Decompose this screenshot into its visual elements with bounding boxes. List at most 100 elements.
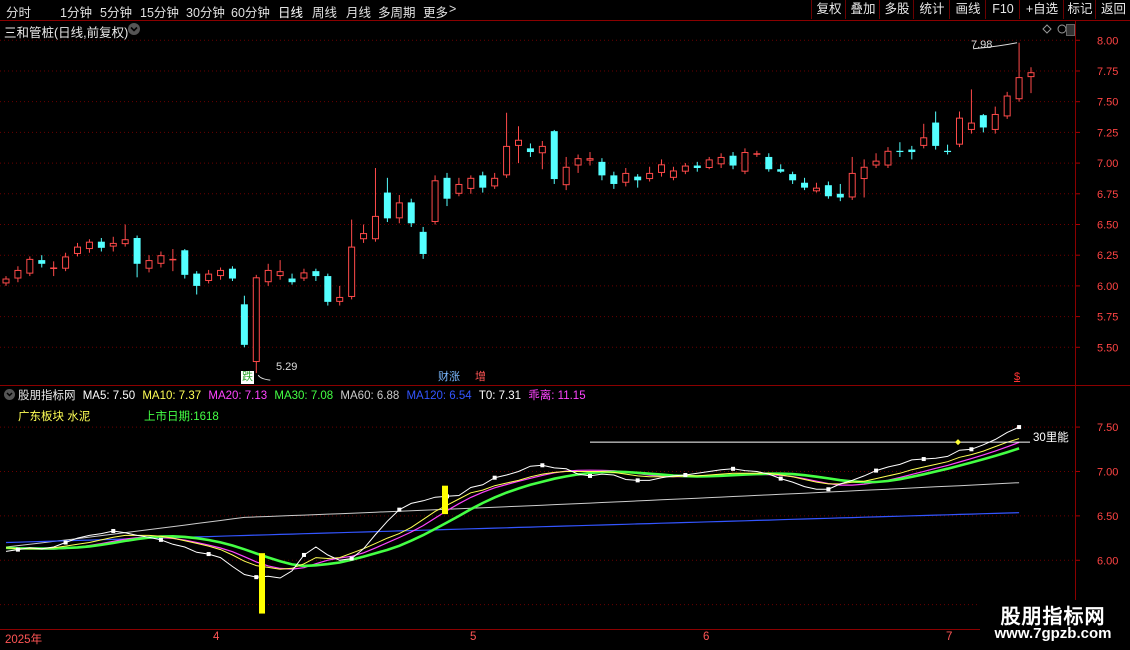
candle-body	[896, 150, 904, 153]
candle-body	[455, 183, 463, 194]
ma5-marker	[158, 537, 163, 542]
price-tick-label: 5.75	[1097, 312, 1118, 324]
low-pointer-line	[257, 374, 271, 381]
ma5-marker	[731, 466, 736, 471]
mark-button[interactable]: 标记	[1063, 0, 1096, 19]
period-tab-daily[interactable]: 日线	[278, 2, 303, 21]
indicator-tick-label: 7.50	[1097, 422, 1118, 434]
draw-line-button[interactable]: 画线	[949, 0, 986, 19]
high-price-label: 7.98	[971, 39, 993, 51]
candle-body	[860, 166, 868, 180]
event-tag-caizhang[interactable]: 财涨	[438, 371, 460, 384]
low-price-label: 5.29	[276, 361, 298, 373]
candle-body	[646, 172, 654, 180]
period-tab-15min[interactable]: 15分钟	[140, 2, 179, 21]
candle-body	[729, 155, 737, 166]
period-tab-more[interactable]: 更多	[423, 2, 448, 21]
candle-body	[74, 246, 82, 254]
candle-body	[85, 241, 93, 250]
period-tab-weekly[interactable]: 周线	[312, 2, 337, 21]
period-tab-1min[interactable]: 1分钟	[60, 2, 92, 21]
statistics-button[interactable]: 统计	[913, 0, 950, 19]
event-tag-dollar[interactable]: $	[1014, 371, 1020, 384]
candle-body	[610, 175, 618, 184]
candle-body	[205, 273, 213, 281]
watermark-logo: 股朋指标网 www.7gpzb.com	[980, 600, 1126, 646]
candle-body	[884, 150, 892, 166]
candle-body	[669, 170, 677, 178]
overlay-button[interactable]: 叠加	[845, 0, 880, 19]
candle-body	[479, 175, 487, 188]
f10-button[interactable]: F10	[985, 0, 1020, 19]
candle-body	[526, 148, 534, 153]
candle-body	[848, 172, 856, 198]
candle-body	[789, 174, 797, 181]
ma5-marker	[397, 507, 402, 512]
candle-body	[217, 269, 225, 277]
candle-body	[1015, 77, 1023, 100]
candle-body	[360, 233, 368, 240]
ma5-marker	[635, 478, 640, 483]
candle-body	[801, 182, 809, 188]
period-tab-timeshare[interactable]: 分时	[6, 2, 31, 21]
date-label-april: 4	[213, 631, 220, 643]
candle-body	[872, 160, 880, 166]
candle-body	[836, 193, 844, 198]
ma5-marker	[588, 473, 593, 478]
candle-body	[50, 267, 58, 269]
ma5-marker	[254, 575, 259, 580]
candle-body	[622, 172, 630, 183]
period-tab-monthly[interactable]: 月线	[346, 2, 371, 21]
price-tick-label: 7.00	[1097, 158, 1118, 170]
back-button[interactable]: 返回	[1095, 0, 1130, 19]
candle-body	[193, 273, 201, 286]
ma10-line	[5, 438, 1020, 570]
candle-body	[467, 177, 475, 189]
price-tick-label: 6.25	[1097, 250, 1118, 262]
restore-rights-button[interactable]: 复权	[811, 0, 846, 19]
ma5-marker	[492, 475, 497, 480]
candle-body	[133, 238, 141, 264]
candle-body	[109, 242, 117, 247]
ma5-marker	[969, 447, 974, 452]
ma5-marker	[540, 463, 545, 468]
candle-body	[348, 246, 356, 297]
candle-body	[97, 241, 105, 248]
candle-body	[145, 260, 153, 269]
candle-body	[586, 158, 594, 161]
ma20-line	[5, 441, 1020, 570]
candle-body	[515, 139, 522, 146]
add-watchlist-button[interactable]: +自选	[1019, 0, 1064, 19]
event-tag-die-text: 跌	[242, 371, 253, 383]
multi-stock-button[interactable]: 多股	[879, 0, 914, 19]
candle-body	[681, 165, 689, 172]
candle-body	[824, 185, 832, 197]
chevron-right-icon[interactable]: >	[449, 2, 456, 16]
period-tab-60min[interactable]: 60分钟	[231, 2, 270, 21]
candle-body	[979, 115, 987, 128]
ma5-marker	[15, 547, 20, 552]
candle-body	[991, 113, 999, 130]
moving-average-chart[interactable]: 7.507.006.506.005.50	[0, 386, 1130, 629]
ma5-marker	[206, 552, 211, 557]
event-tag-zeng[interactable]: 增	[475, 371, 486, 384]
ma5-marker	[874, 468, 879, 473]
candle-body	[765, 156, 773, 170]
indicator-tick-label: 7.00	[1097, 466, 1118, 478]
watermark-url: www.7gpzb.com	[994, 625, 1112, 642]
period-tab-5min[interactable]: 5分钟	[100, 2, 132, 21]
period-tab-30min[interactable]: 30分钟	[186, 2, 225, 21]
price-tick-label: 5.50	[1097, 342, 1118, 354]
ma5-marker	[63, 540, 68, 545]
candle-body	[264, 269, 272, 283]
ma5-marker	[301, 552, 306, 557]
signal-diamond	[955, 439, 961, 446]
candlestick-chart[interactable]: 8.00 7.75 7.50 7.25 7.00 6.75 6.50 6.25 6.00 5.75…	[0, 20, 1130, 385]
event-tag-die[interactable]: 跌	[241, 371, 254, 384]
candle-body	[944, 150, 952, 153]
candle-body	[228, 268, 236, 279]
date-axis-line	[0, 629, 1076, 630]
period-tab-multi[interactable]: 多周期	[378, 2, 416, 21]
candle-body	[181, 250, 189, 275]
candle-body	[312, 271, 320, 277]
